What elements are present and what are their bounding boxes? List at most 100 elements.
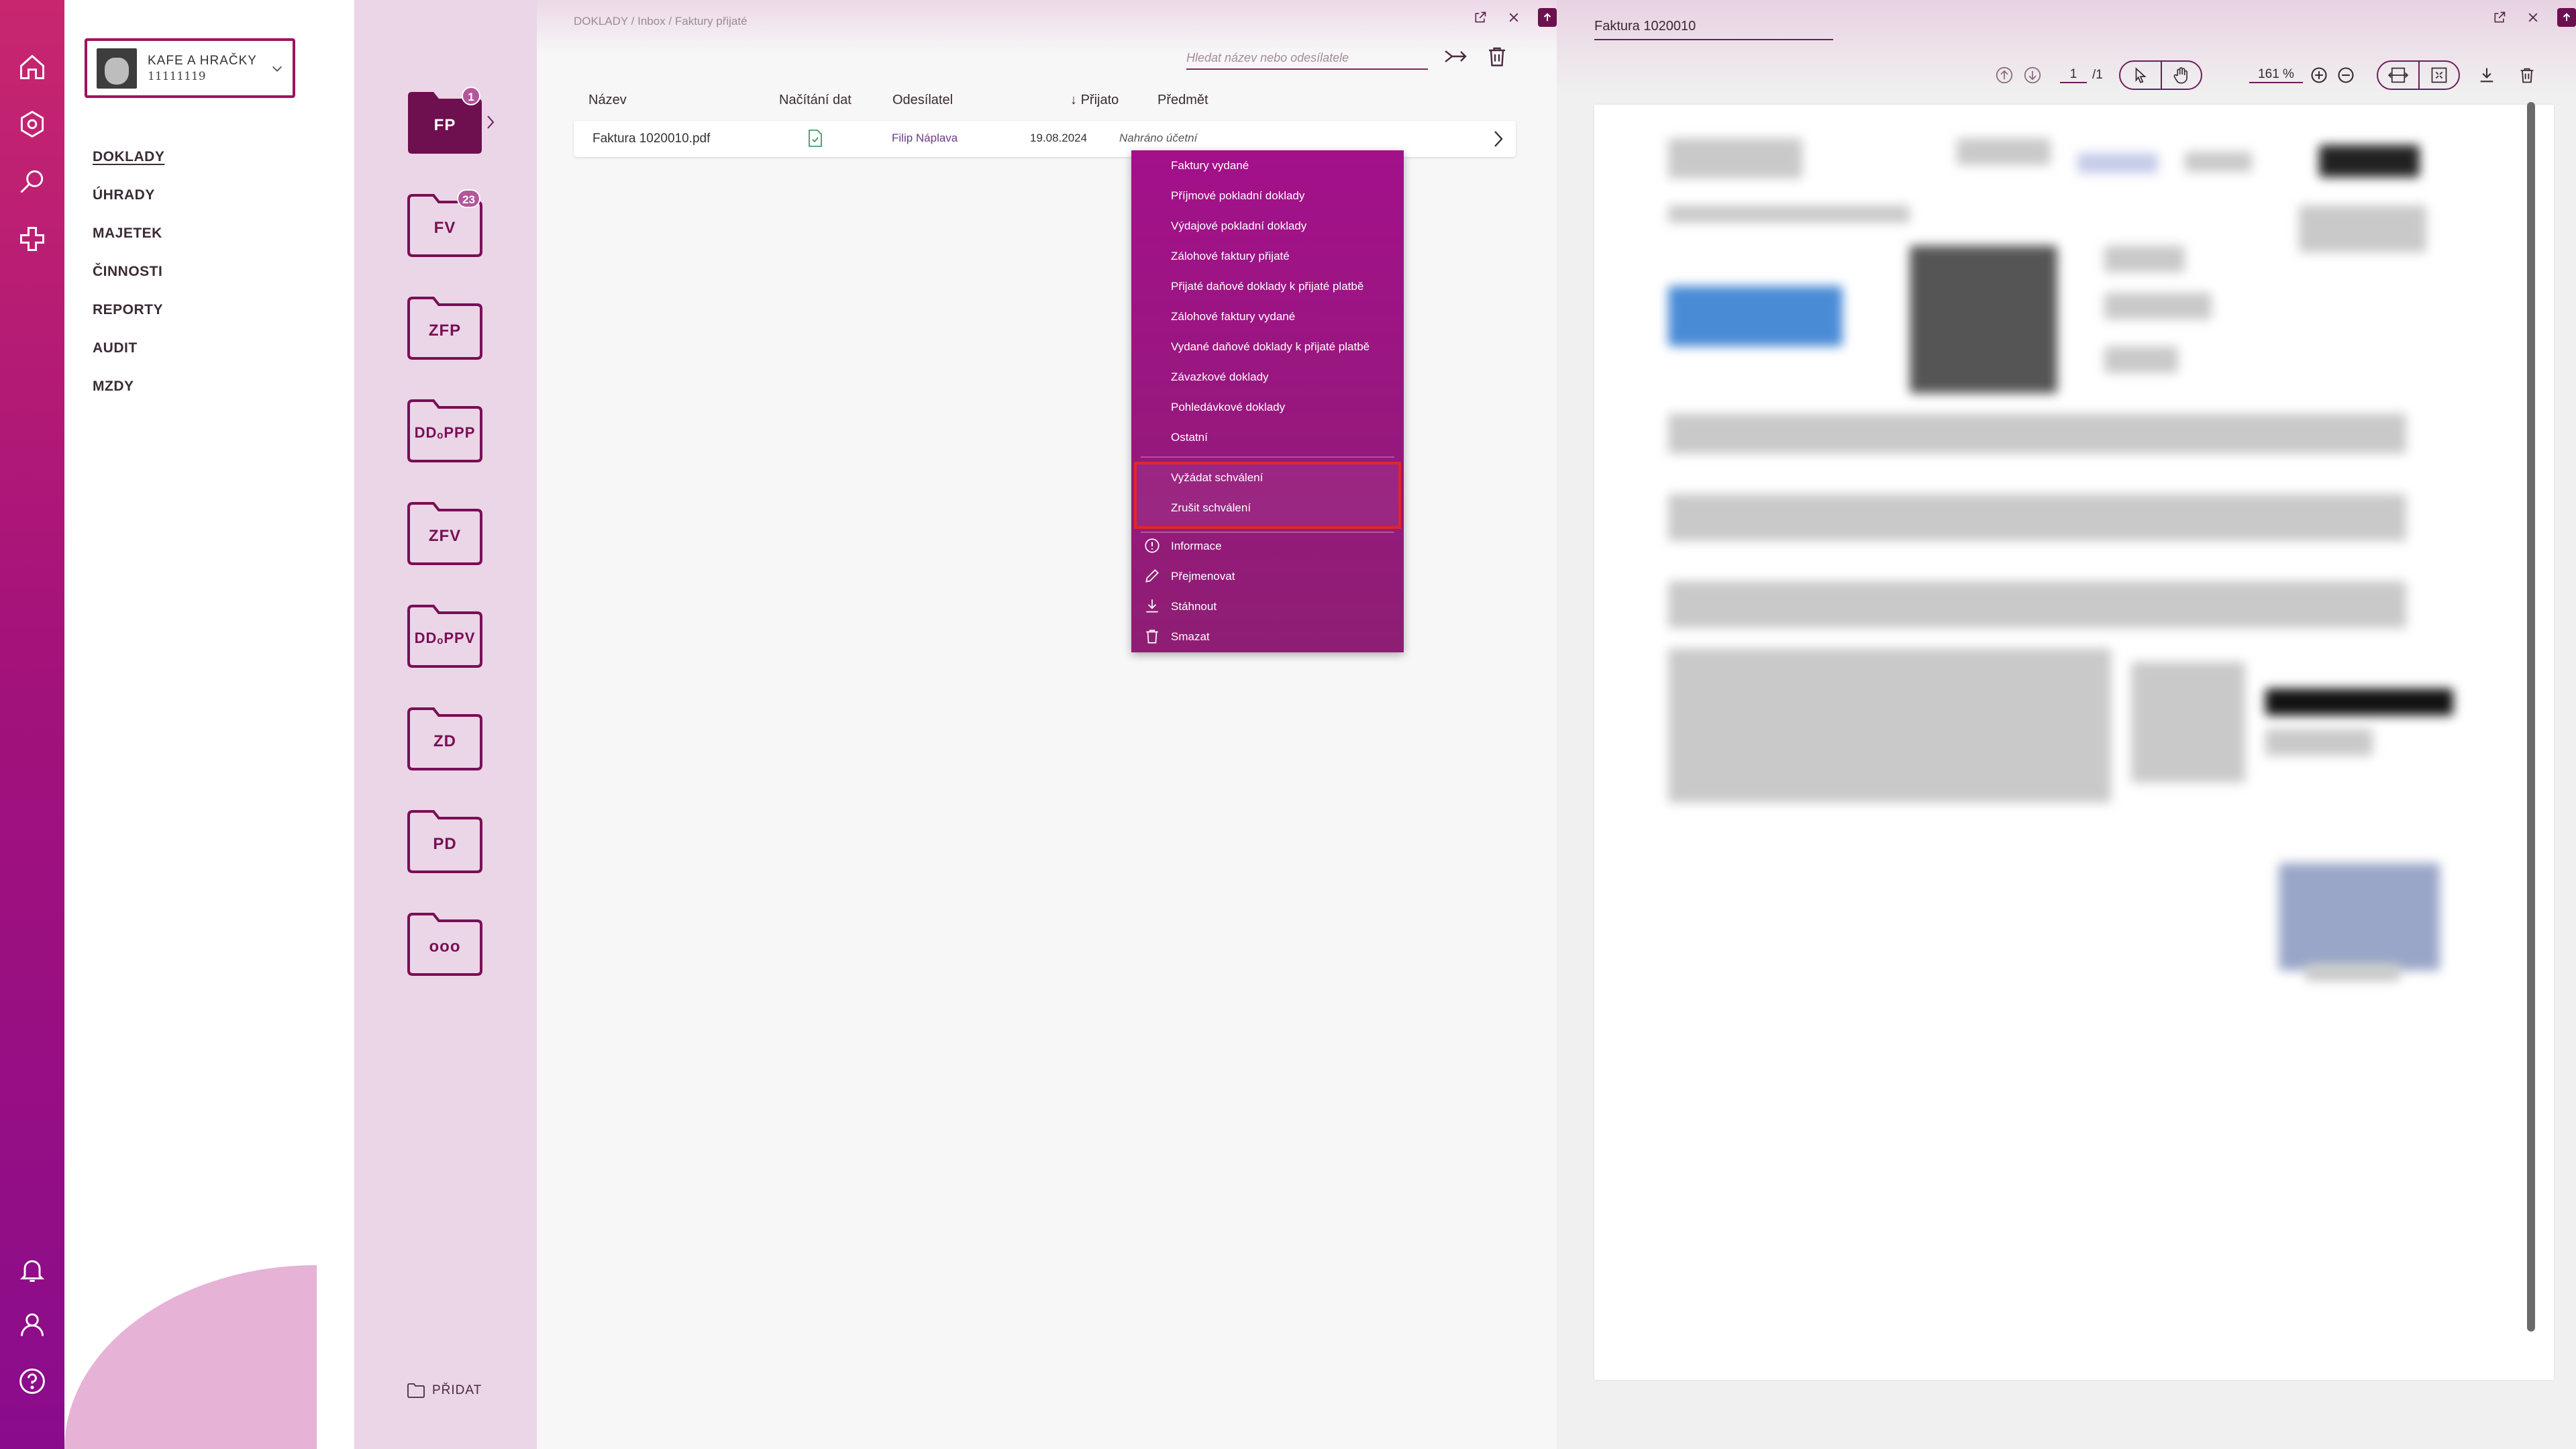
- main-nav: DOKLADY ÚHRADY MAJETEK ČINNOSTI REPORTY …: [93, 149, 164, 417]
- menu-item-prijate-danove[interactable]: Přijaté daňové doklady k přijaté platbě: [1171, 280, 1363, 296]
- folder-zfv[interactable]: ZFV: [407, 501, 483, 566]
- menu-item-vydane-danove[interactable]: Vydané daňové doklady k přijaté platbě: [1171, 340, 1370, 356]
- bell-icon[interactable]: [16, 1254, 48, 1286]
- folder-column: FP 1 FV 23 ZFP DDₒPPP ZFV DDₒPPV ZD PD o…: [354, 0, 537, 1449]
- page-down-icon[interactable]: [2022, 60, 2043, 90]
- blurred-content: [2104, 246, 2185, 272]
- blurred-content: [2104, 346, 2178, 373]
- delete-button[interactable]: [1485, 43, 1509, 70]
- context-menu: Faktury vydané Příjmové pokladní doklady…: [1131, 150, 1404, 652]
- menu-item-delete[interactable]: Smazat: [1171, 630, 1210, 646]
- nav-item-uhrady[interactable]: ÚHRADY: [93, 187, 164, 226]
- menu-item-zalohove-vydane[interactable]: Zálohové faktury vydané: [1171, 310, 1295, 326]
- nav-item-reporty[interactable]: REPORTY: [93, 302, 164, 340]
- folder-label: PD: [433, 835, 457, 853]
- blurred-content: [2265, 729, 2373, 756]
- breadcrumb: DOKLADY / Inbox / Faktury přijaté: [574, 15, 748, 28]
- zoom-out-icon[interactable]: [2336, 60, 2355, 90]
- menu-item-zavazkove[interactable]: Závazkové doklady: [1171, 370, 1269, 387]
- company-avatar: [97, 48, 137, 89]
- close-icon[interactable]: [1504, 8, 1523, 27]
- download-icon[interactable]: [2477, 60, 2496, 90]
- upload-icon[interactable]: [1538, 8, 1557, 27]
- fit-page-icon[interactable]: [2418, 62, 2459, 89]
- add-folder-button[interactable]: PŘIDAT: [407, 1383, 482, 1399]
- home-icon[interactable]: [16, 51, 48, 83]
- open-external-icon[interactable]: [1471, 8, 1490, 27]
- menu-item-pohledavkove[interactable]: Pohledávkové doklady: [1171, 401, 1285, 417]
- nav-item-doklady[interactable]: DOKLADY: [93, 149, 164, 187]
- folder-label: ooo: [429, 938, 461, 956]
- open-external-icon[interactable]: [2490, 8, 2509, 27]
- zoom-level[interactable]: 161 %: [2249, 67, 2303, 83]
- download-icon: [1146, 599, 1158, 613]
- blurred-content: [1668, 581, 2406, 628]
- info-icon: [1145, 538, 1160, 553]
- blurred-content: [1668, 413, 2406, 454]
- nav-item-audit[interactable]: AUDIT: [93, 340, 164, 379]
- folder-pd[interactable]: PD: [407, 809, 483, 874]
- trash-icon[interactable]: [2518, 60, 2536, 90]
- viewer-toolbar: /1 161 %: [1557, 60, 2576, 90]
- menu-item-zalohove-prijate[interactable]: Zálohové faktury přijaté: [1171, 250, 1290, 266]
- chevron-right-icon: [487, 115, 495, 129]
- menu-divider: [1141, 456, 1394, 458]
- user-icon[interactable]: [16, 1309, 48, 1341]
- folder-label: FV: [433, 219, 456, 237]
- column-loading[interactable]: Načítání dat: [779, 93, 852, 108]
- close-icon[interactable]: [2524, 8, 2542, 27]
- viewer-scrollbar[interactable]: [2527, 102, 2535, 1332]
- blurred-content: [2131, 662, 2245, 783]
- chevron-down-icon[interactable]: [270, 61, 285, 76]
- menu-item-info[interactable]: Informace: [1171, 540, 1222, 556]
- column-sender[interactable]: Odesílatel: [892, 93, 953, 108]
- menu-item-download[interactable]: Stáhnout: [1171, 600, 1217, 616]
- column-received-label: Přijato: [1080, 93, 1119, 107]
- blurred-table: [1668, 648, 2111, 803]
- nav-item-mzdy[interactable]: MZDY: [93, 379, 164, 417]
- upload-icon[interactable]: [2557, 8, 2576, 27]
- page-up-icon[interactable]: [1994, 60, 2014, 90]
- fit-width-icon[interactable]: [2378, 62, 2418, 89]
- column-name[interactable]: Název: [588, 93, 627, 108]
- folder-ddoppp[interactable]: DDₒPPP: [407, 399, 483, 463]
- hand-icon[interactable]: [2161, 62, 2201, 89]
- row-sender: Filip Náplava: [892, 132, 958, 144]
- search-input[interactable]: [1186, 47, 1428, 70]
- menu-item-vydajove-pokladni[interactable]: Výdajové pokladní doklady: [1171, 219, 1306, 236]
- pointer-icon[interactable]: [2120, 62, 2161, 89]
- document-preview-page[interactable]: [1594, 105, 2554, 1380]
- row-received-date: 19.08.2024: [1030, 132, 1088, 144]
- help-icon[interactable]: [16, 1365, 48, 1397]
- menu-item-ostatni[interactable]: Ostatní: [1171, 431, 1208, 447]
- folder-fp[interactable]: FP 1: [407, 87, 495, 155]
- folder-label: DDₒPPV: [414, 630, 476, 646]
- column-received[interactable]: ↓ Přijato: [1070, 93, 1119, 108]
- folder-ddoppv[interactable]: DDₒPPV: [407, 604, 483, 668]
- icon-rail: [0, 0, 64, 1449]
- nav-item-cinnosti[interactable]: ČINNOSTI: [93, 264, 164, 302]
- move-to-folder-button[interactable]: [1443, 44, 1470, 68]
- menu-divider: [1141, 532, 1394, 533]
- menu-item-rename[interactable]: Přejmenovat: [1171, 570, 1235, 586]
- folder-fv[interactable]: FV 23: [407, 189, 483, 258]
- folder-other[interactable]: ooo: [407, 912, 483, 977]
- search-icon[interactable]: [16, 165, 48, 197]
- settings-icon[interactable]: [16, 108, 48, 140]
- menu-item-prijmove-pokladni[interactable]: Příjmové pokladní doklady: [1171, 189, 1304, 205]
- row-file-name: Faktura 1020010.pdf: [593, 132, 711, 146]
- menu-item-cancel-approval[interactable]: Zrušit schválení: [1171, 501, 1251, 517]
- folder-zd[interactable]: ZD: [407, 707, 483, 771]
- zoom-in-icon[interactable]: [2310, 60, 2328, 90]
- menu-item-faktury-vydane[interactable]: Faktury vydané: [1171, 159, 1249, 175]
- row-subject: Nahráno účetní: [1119, 132, 1198, 144]
- folder-zfp[interactable]: ZFP: [407, 296, 483, 360]
- nav-item-majetek[interactable]: MAJETEK: [93, 226, 164, 264]
- column-subject[interactable]: Předmět: [1157, 93, 1208, 108]
- page-number-input[interactable]: [2060, 67, 2087, 83]
- menu-item-request-approval[interactable]: Vyžádat schválení: [1171, 471, 1263, 487]
- add-icon[interactable]: [16, 223, 48, 255]
- blurred-qr-code: [1910, 246, 2057, 393]
- chevron-right-icon[interactable]: [1492, 129, 1505, 153]
- company-selector[interactable]: KAFE A HRAČKY 11111119: [85, 38, 295, 98]
